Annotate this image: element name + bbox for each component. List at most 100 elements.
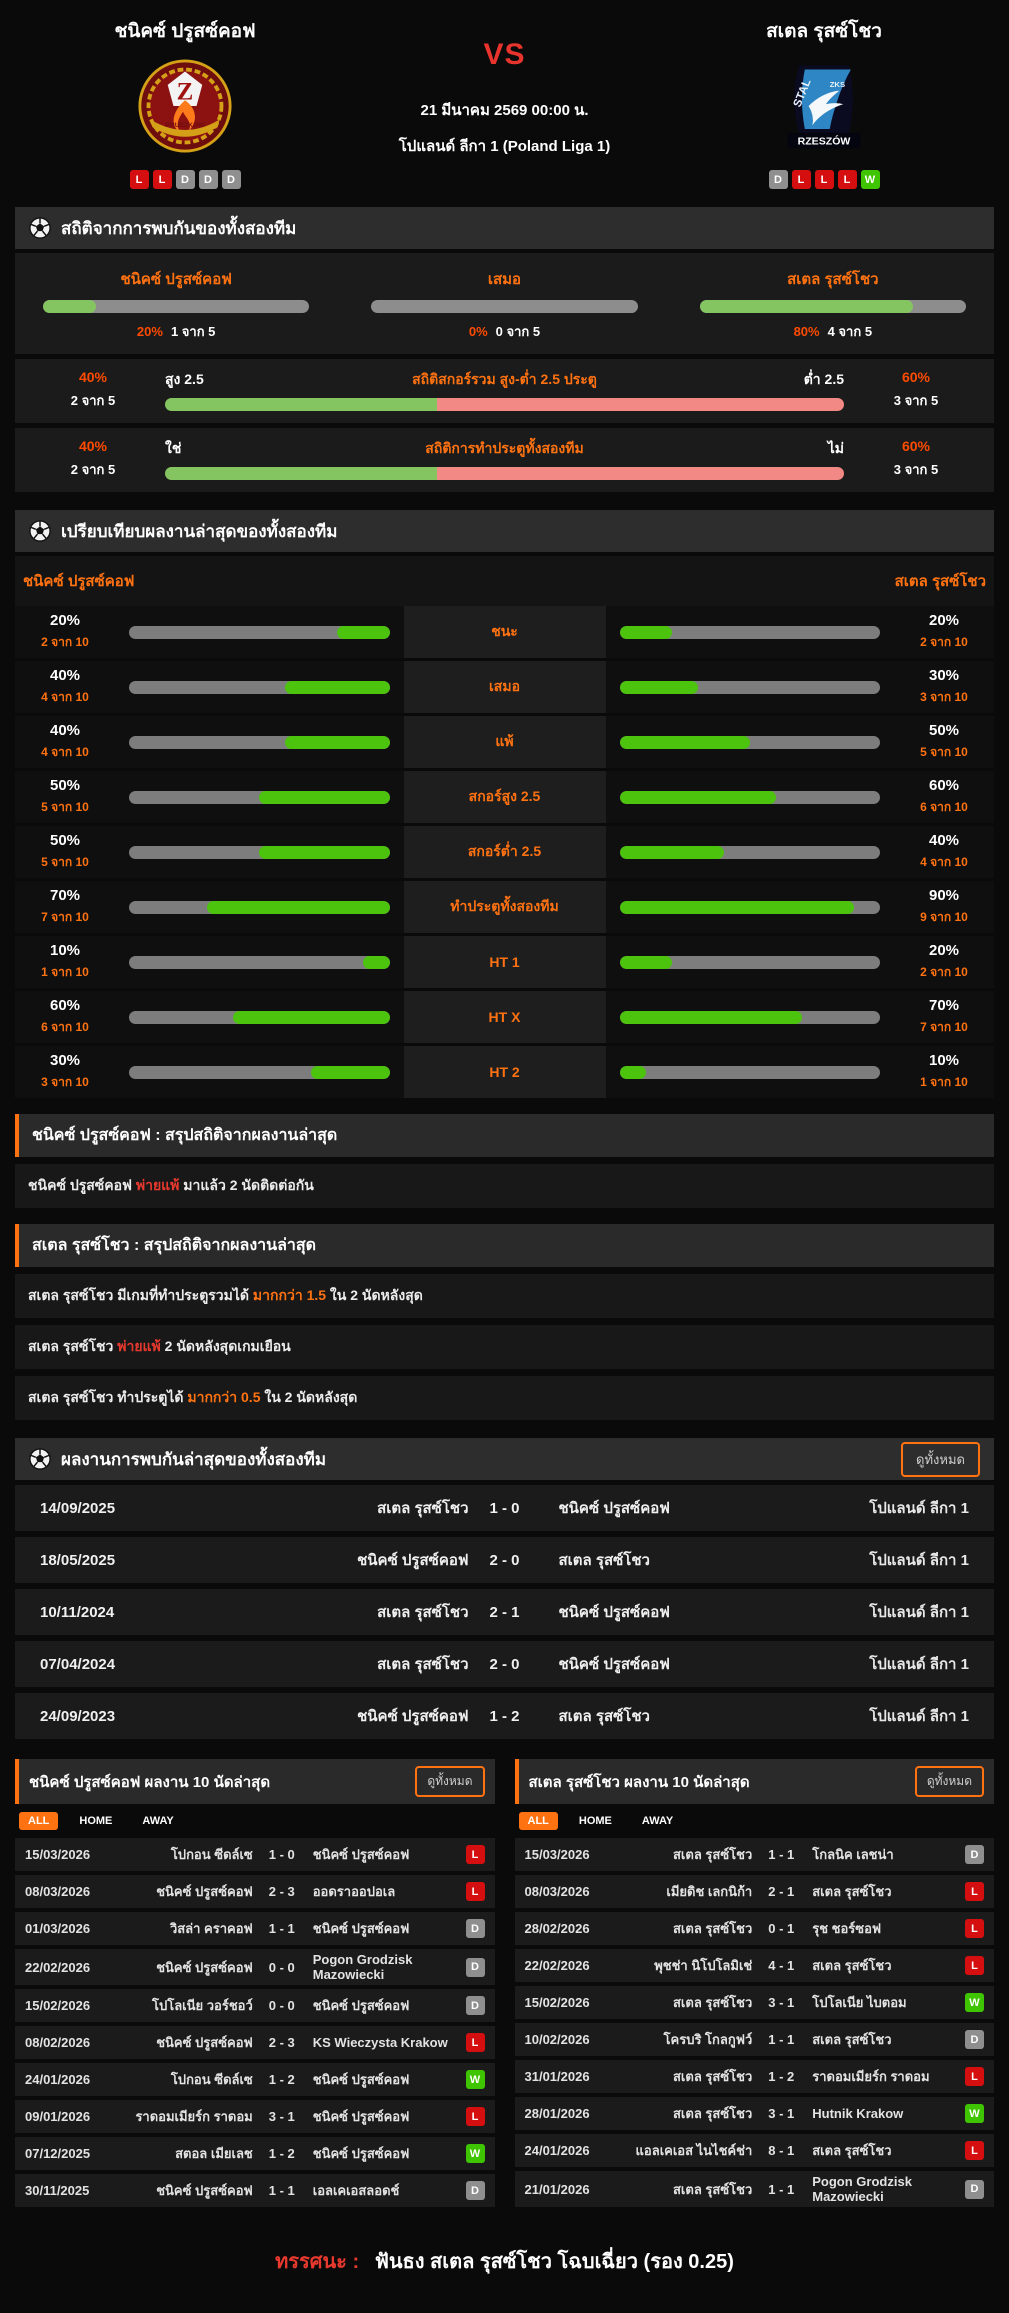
comparison-left-stat: 70%7 จาก 10 [15, 881, 115, 933]
comparison-row: 10%1 จาก 10HT 120%2 จาก 10 [15, 936, 994, 988]
result-badge-l: L [965, 1919, 984, 1938]
summary-text: สเตล รุสซ์โชว มีเกมที่ทำประตูรวมได้ [28, 1287, 253, 1303]
comparison-left-fill [285, 736, 389, 749]
comparison-right-percent: 20% [929, 612, 959, 629]
match-score: 3 - 1 [756, 2106, 806, 2121]
tab-away[interactable]: AWAY [133, 1812, 182, 1830]
split-right-stat: 60%3 จาก 5 [856, 369, 976, 411]
match-date: 08/02/2026 [25, 2035, 111, 2050]
comparison-row-label: สกอร์ต่ำ 2.5 [404, 826, 606, 878]
recent-match-row[interactable]: 31/01/2026สเตล รุสซ์โชว1 - 2ราดอมเมียร์ก… [515, 2060, 995, 2093]
away-team: Pogon Grodzisk Mazowiecki [307, 1952, 453, 1982]
home-team-column: ชนิคซ์ ปรูสซ์คอฟ Z PRUSZKÓW LLDDD [0, 16, 370, 189]
form-badge-l: L [130, 170, 149, 189]
recent-match-row[interactable]: 22/02/2026ชนิคซ์ ปรูสซ์คอฟ0 - 0Pogon Gro… [15, 1949, 495, 1985]
summary-text: สเตล รุสซ์โชว [28, 1338, 117, 1354]
h2h-result-row[interactable]: 24/09/2023ชนิคซ์ ปรูสซ์คอฟ1 - 2สเตล รุสซ… [15, 1693, 994, 1739]
tab-home[interactable]: HOME [570, 1812, 621, 1830]
recent-match-row[interactable]: 01/03/2026วิสล่า คราคอฟ1 - 1ชนิคซ์ ปรูสซ… [15, 1912, 495, 1945]
match-score: 3 - 1 [257, 2109, 307, 2124]
h2h-result-row[interactable]: 10/11/2024สเตล รุสซ์โชว2 - 1ชนิคซ์ ปรูสซ… [15, 1589, 994, 1635]
away-team: ชนิคซ์ ปรูสซ์คอฟ [307, 1844, 453, 1865]
h2h-view-all-button[interactable]: ดูทั้งหมด [901, 1442, 980, 1477]
match-score: 0 - 0 [257, 1998, 307, 2013]
tab-all[interactable]: ALL [519, 1812, 558, 1830]
comparison-right-count: 5 จาก 10 [920, 743, 968, 762]
split-right-count: 3 จาก 5 [856, 459, 976, 480]
comparison-left-barwrap [115, 716, 404, 768]
away-form-badges: DLLLW [769, 170, 880, 189]
comparison-right-stat: 20%2 จาก 10 [894, 936, 994, 988]
split-left-count: 2 จาก 5 [33, 390, 153, 411]
home-recent-view-all-button[interactable]: ดูทั้งหมด [415, 1766, 484, 1797]
recent-match-row[interactable]: 24/01/2026แอลเคเอส ไนไชค์ช่า8 - 1สเตล รุ… [515, 2134, 995, 2167]
comparison-rows: 20%2 จาก 10ชนะ20%2 จาก 1040%4 จาก 10เสมอ… [0, 606, 1009, 1098]
comparison-left-percent: 40% [50, 667, 80, 684]
comparison-right-count: 4 จาก 10 [920, 853, 968, 872]
home-team: สตอล เมียเลช [111, 2143, 257, 2164]
match-datetime: 21 มีนาคม 2569 00:00 น. [370, 98, 639, 122]
comparison-team-labels: ชนิคซ์ ปรูสซ์คอฟ สเตล รุสซ์โชว [15, 556, 994, 606]
form-badge-d: D [769, 170, 788, 189]
match-date: 28/02/2026 [525, 1921, 611, 1936]
comparison-right-bar [620, 791, 881, 804]
recent-match-row[interactable]: 15/02/2026โปโลเนีย วอร์ชอว์0 - 0ชนิคซ์ ป… [15, 1989, 495, 2022]
comparison-right-bar [620, 1011, 881, 1024]
recent-match-row[interactable]: 28/02/2026สเตล รุสซ์โชว0 - 1รุช ชอร์ซอฟL [515, 1912, 995, 1945]
recent-match-row[interactable]: 10/02/2026โครบริ โกลกูฟว์1 - 1สเตล รุสซ์… [515, 2023, 995, 2056]
match-date: 15/03/2026 [525, 1847, 611, 1862]
summary-text-orange: มากกว่า 0.5 [187, 1389, 260, 1405]
result-badge-l: L [466, 1845, 485, 1864]
away-team: ออดราออปอเล [307, 1881, 453, 1902]
recent-match-row[interactable]: 08/02/2026ชนิคซ์ ปรูสซ์คอฟ2 - 3KS Wieczy… [15, 2026, 495, 2059]
recent-match-row[interactable]: 15/02/2026สเตล รุสซ์โชว3 - 1โปโลเนีย ไบต… [515, 1986, 995, 2019]
result-badge-d: D [466, 1958, 485, 1977]
comparison-right-percent: 50% [929, 722, 959, 739]
tab-home[interactable]: HOME [70, 1812, 121, 1830]
match-date: 15/02/2026 [25, 1998, 111, 2013]
recent-match-row[interactable]: 09/01/2026ราดอมเมียร์ก ราดอม3 - 1ชนิคซ์ … [15, 2100, 495, 2133]
recent-match-row[interactable]: 15/03/2026สเตล รุสซ์โชว1 - 1โกลนิค เลชน่… [515, 1838, 995, 1871]
h2h-split-row: 40%2 จาก 5ใช่สถิติการทำประตูทั้งสองทีมไม… [15, 428, 994, 492]
away-team: สเตล รุสซ์โชว [806, 1955, 952, 1976]
recent-match-row[interactable]: 22/02/2026พุชช่า นิโปโลมิเช่4 - 1สเตล รุ… [515, 1949, 995, 1982]
home-team: วิสล่า คราคอฟ [111, 1918, 257, 1939]
home-team: สเตล รุสซ์โชว [611, 2066, 757, 2087]
match-score: 2 - 0 [469, 1656, 541, 1673]
recent-match-row[interactable]: 08/03/2026ชนิคซ์ ปรูสซ์คอฟ2 - 3ออดราออปอ… [15, 1875, 495, 1908]
tab-all[interactable]: ALL [19, 1812, 58, 1830]
recent-match-row[interactable]: 21/01/2026สเตล รุสซ์โชว1 - 1Pogon Grodzi… [515, 2171, 995, 2207]
match-date: 24/01/2026 [525, 2143, 611, 2158]
home-team: ชนิคซ์ ปรูสซ์คอฟ [111, 2032, 257, 2053]
tab-away[interactable]: AWAY [633, 1812, 682, 1830]
away-team: รุช ชอร์ซอฟ [806, 1918, 952, 1939]
h2h-stat-bar-fill [43, 300, 96, 313]
h2h-result-row[interactable]: 14/09/2025สเตล รุสซ์โชว1 - 0ชนิคซ์ ปรูสซ… [15, 1485, 994, 1531]
h2h-result-row[interactable]: 18/05/2025ชนิคซ์ ปรูสซ์คอฟ2 - 0สเตล รุสซ… [15, 1537, 994, 1583]
comparison-left-fill [233, 1011, 389, 1024]
result-badge-l: L [466, 1882, 485, 1901]
recent-match-row[interactable]: 28/01/2026สเตล รุสซ์โชว3 - 1Hutnik Krako… [515, 2097, 995, 2130]
recent-match-row[interactable]: 08/03/2026เมียดิช เลกนิก้า2 - 1สเตล รุสซ… [515, 1875, 995, 1908]
match-score: 1 - 2 [257, 2146, 307, 2161]
comparison-home-label: ชนิคซ์ ปรูสซ์คอฟ [23, 569, 134, 593]
comparison-right-fill [620, 846, 724, 859]
h2h-result-row[interactable]: 07/04/2024สเตล รุสซ์โชว2 - 0ชนิคซ์ ปรูสซ… [15, 1641, 994, 1687]
match-date: 10/02/2026 [525, 2032, 611, 2047]
result-badge-d: D [965, 2030, 984, 2049]
recent-match-row[interactable]: 24/01/2026โปกอน ซีดล์เซ1 - 2ชนิคซ์ ปรูสซ… [15, 2063, 495, 2096]
h2h-results-title: ผลงานการพบกันล่าสุดของทั้งสองทีม [61, 1446, 326, 1473]
away-recent-view-all-button[interactable]: ดูทั้งหมด [915, 1766, 984, 1797]
form-badge-d: D [222, 170, 241, 189]
recent-match-row[interactable]: 15/03/2026โปกอน ซีดล์เซ1 - 0ชนิคซ์ ปรูสซ… [15, 1838, 495, 1871]
comparison-left-count: 5 จาก 10 [41, 798, 89, 817]
comparison-left-bar [129, 736, 390, 749]
away-summary-header: สเตล รุสซ์โชว : สรุปสถิติจากผลงานล่าสุด [15, 1224, 994, 1267]
comparison-left-count: 6 จาก 10 [41, 1018, 89, 1037]
split-right-percent: 60% [856, 369, 976, 385]
comparison-right-barwrap [606, 771, 895, 823]
recent-match-row[interactable]: 07/12/2025สตอล เมียเลช1 - 2ชนิคซ์ ปรูสซ์… [15, 2137, 495, 2170]
comparison-left-count: 1 จาก 10 [41, 963, 89, 982]
recent-match-row[interactable]: 30/11/2025ชนิคซ์ ปรูสซ์คอฟ1 - 1เอลเคเอสล… [15, 2174, 495, 2207]
comparison-left-count: 4 จาก 10 [41, 688, 89, 707]
